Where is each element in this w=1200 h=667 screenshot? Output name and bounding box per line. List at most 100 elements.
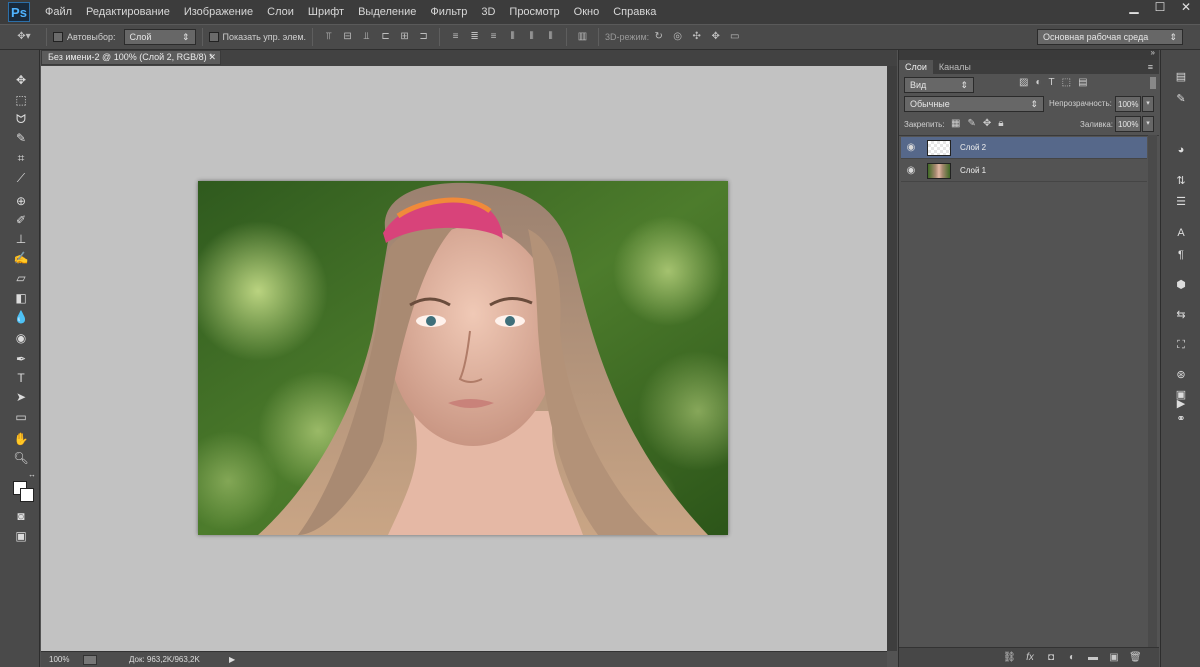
drag-3d-icon[interactable]: ✣ [690,31,703,43]
menu-edit[interactable]: Редактирование [79,0,177,24]
shape-tool-icon[interactable]: ▭ [13,409,29,425]
screen-mode-icon[interactable]: ▣ [13,528,29,544]
layer-style-icon[interactable]: fx [1024,652,1036,664]
layer-name[interactable]: Слой 2 [960,143,986,152]
status-menu-arrow-icon[interactable]: ▶ [229,655,235,664]
move-tool-preset-icon[interactable]: ✥▾ [11,31,37,43]
styles-icon[interactable]: ⛶ [1174,338,1188,352]
align-vcenter-icon[interactable]: ⊟ [341,31,354,43]
minimize-icon[interactable]: ▁ [1126,0,1142,14]
pen-tool-icon[interactable]: ✒ [13,351,29,367]
opacity-arrow-icon[interactable]: ▾ [1142,96,1154,112]
layer-row-1[interactable]: ◉ Слой 1 [901,160,1147,182]
layer-row-2[interactable]: ◉ Слой 2 [901,137,1147,159]
distribute-hcenter-icon[interactable]: ⦀ [525,31,538,43]
document-image[interactable] [198,181,728,535]
new-layer-icon[interactable]: ▣ [1108,652,1120,664]
distribute-left-icon[interactable]: ⦀ [506,31,519,43]
eyedropper-tool-icon[interactable]: ⟋ [13,170,29,186]
tool-presets-icon[interactable]: ✎ [1174,92,1188,106]
slide-3d-icon[interactable]: ✥ [709,31,722,43]
brush-tool-icon[interactable]: ✐ [13,212,29,228]
adjustments-icon[interactable]: ⇅ [1174,174,1188,188]
blur-tool-icon[interactable]: 💧 [13,309,29,325]
quick-mask-icon[interactable]: ◙ [13,508,29,524]
lock-image-icon[interactable]: ✎ [967,118,975,129]
new-group-icon[interactable]: ▬ [1087,652,1099,664]
move-tool-icon[interactable]: ✥ [13,72,29,88]
play-dock-icon[interactable]: ▶ [1174,397,1188,411]
vertical-scrollbar[interactable] [887,66,897,651]
menu-filter[interactable]: Фильтр [423,0,474,24]
show-transform-checkbox[interactable] [208,32,219,42]
status-info-icon[interactable] [83,654,97,665]
menu-3d[interactable]: 3D [474,0,502,24]
clone-source-icon[interactable]: ⊛ [1174,368,1188,382]
tab-channels[interactable]: Каналы [933,60,977,74]
3d-icon[interactable]: ⬢ [1174,278,1188,292]
type-tool-icon[interactable]: T [13,370,29,386]
quick-select-tool-icon[interactable]: ✎ [13,130,29,146]
filter-adjustment-icon[interactable]: ◐ [1035,77,1041,88]
align-left-icon[interactable]: ⊏ [379,31,392,43]
filter-toggle-icon[interactable] [1150,77,1156,89]
history-icon[interactable]: ▤ [1174,70,1188,84]
lock-transparent-icon[interactable]: ▦ [951,118,960,129]
marquee-tool-icon[interactable]: ⬚ [13,92,29,108]
filter-pixel-icon[interactable]: ▨ [1019,77,1028,88]
zoom-tool-icon[interactable]: 🔍︎ [13,450,29,466]
menu-select[interactable]: Выделение [351,0,423,24]
visibility-eye-icon[interactable]: ◉ [901,165,921,176]
panel-menu-icon[interactable]: ≡ [1148,60,1153,74]
filter-shape-icon[interactable]: ⬚ [1062,77,1071,88]
align-top-icon[interactable]: ⫪ [322,31,335,43]
visibility-eye-icon[interactable]: ◉ [901,142,921,153]
properties-icon[interactable]: ☰ [1174,195,1188,209]
autoselect-dropdown[interactable]: Слой ⇕ [123,29,196,45]
eraser-tool-icon[interactable]: ▱ [13,270,29,286]
fill-arrow-icon[interactable]: ▾ [1142,116,1154,132]
close-icon[interactable]: ✕ [1178,0,1194,14]
autoselect-checkbox[interactable] [53,32,63,42]
crop-tool-icon[interactable]: ⌗ [13,150,29,166]
hand-tool-icon[interactable]: ✋ [13,431,29,447]
background-color-swatch[interactable] [20,488,34,502]
align-hcenter-icon[interactable]: ⊞ [398,31,411,43]
healing-brush-tool-icon[interactable]: ⊕ [13,193,29,209]
close-tab-icon[interactable]: ✕ [208,51,216,64]
blend-mode-dropdown[interactable]: Обычные ⇕ [904,96,1044,112]
color-icon[interactable]: ◕ [1174,143,1188,157]
collapse-icon[interactable]: » [1151,48,1155,57]
filter-type-icon[interactable]: T [1049,77,1055,88]
document-tab[interactable]: Без имени-2 @ 100% (Слой 2, RGB/8) * ✕ [41,50,221,65]
history-brush-tool-icon[interactable]: ✍ [13,250,29,266]
auto-align-icon[interactable]: ▥ [576,31,589,43]
channels-swatches-icon[interactable]: ⇆ [1174,308,1188,322]
distribute-right-icon[interactable]: ⦀ [544,31,557,43]
roll-3d-icon[interactable]: ◎ [671,31,684,43]
lasso-tool-icon[interactable]: ᗢ [13,111,29,127]
menu-help[interactable]: Справка [606,0,663,24]
dodge-tool-icon[interactable]: ◉ [13,330,29,346]
layer-filter-dropdown[interactable]: Вид ⇕ [904,77,974,93]
opacity-field[interactable]: 100% [1115,96,1141,112]
zoom-level[interactable]: 100% [41,655,77,664]
distribute-top-icon[interactable]: ≡ [449,31,462,43]
menu-layers[interactable]: Слои [260,0,301,24]
menu-file[interactable]: Файл [38,0,79,24]
align-bottom-icon[interactable]: ⫫ [360,31,373,43]
character-icon[interactable]: A [1174,226,1188,240]
filter-smart-icon[interactable]: ▤ [1078,77,1087,88]
paths-icon[interactable]: ⚭ [1174,412,1188,426]
align-right-icon[interactable]: ⊐ [417,31,430,43]
distribute-vcenter-icon[interactable]: ≣ [468,31,481,43]
delete-layer-icon[interactable]: 🗑︎ [1129,652,1142,664]
menu-image[interactable]: Изображение [177,0,260,24]
workspace-dropdown[interactable]: Основная рабочая среда ⇕ [1037,29,1183,45]
clone-stamp-tool-icon[interactable]: ⊥ [13,231,29,247]
lock-position-icon[interactable]: ✥ [983,118,991,129]
path-select-tool-icon[interactable]: ➤ [13,389,29,405]
link-layers-icon[interactable]: ⛓ [1003,652,1016,664]
tab-layers[interactable]: Слои [899,60,933,74]
menu-type[interactable]: Шрифт [301,0,351,24]
